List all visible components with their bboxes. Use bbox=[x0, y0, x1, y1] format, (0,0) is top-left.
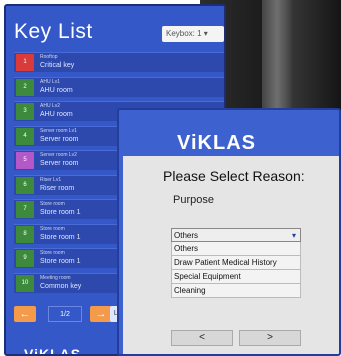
key-name: Store room bbox=[40, 250, 65, 256]
key-location: AHU room bbox=[40, 86, 73, 94]
key-name: Store room bbox=[40, 201, 65, 207]
key-location: Store room 1 bbox=[40, 258, 81, 265]
key-location: Store room 1 bbox=[40, 209, 81, 216]
purpose-label: Purpose bbox=[173, 194, 214, 206]
key-name: AHU Lv2 bbox=[40, 103, 61, 109]
key-row[interactable]: 2 AHU Lv1 AHU room bbox=[14, 76, 224, 97]
prev-page-button[interactable]: ← bbox=[14, 306, 36, 322]
key-name: Meeting room bbox=[40, 274, 71, 281]
key-number-badge: 3 bbox=[16, 103, 34, 120]
key-location: Server room bbox=[40, 135, 79, 143]
keybox-select[interactable]: Keybox: 1 ▾ bbox=[162, 26, 224, 42]
prev-button[interactable]: < bbox=[171, 330, 233, 346]
key-row[interactable]: 1 Rooftop Critical key bbox=[14, 52, 224, 72]
reason-option[interactable]: Special Equipment bbox=[171, 270, 301, 284]
key-location: Critical key bbox=[40, 62, 75, 69]
pager: ← 1/2 → bbox=[14, 304, 114, 326]
key-name: Store room bbox=[40, 225, 65, 232]
brand-logo: ViKLAS bbox=[177, 132, 256, 154]
key-name: Server room Lv2 bbox=[40, 152, 77, 158]
key-number-badge: 7 bbox=[16, 201, 34, 218]
reason-option[interactable]: Others bbox=[171, 242, 301, 256]
key-number-badge: 1 bbox=[16, 54, 34, 71]
chevron-down-icon: ▾ bbox=[291, 231, 296, 240]
key-number-badge: 10 bbox=[16, 274, 34, 292]
reason-panel: Please Select Reason: Purpose Others ▾ O… bbox=[123, 156, 339, 354]
reason-dropdown-value: Others bbox=[174, 231, 199, 240]
key-number-badge: 9 bbox=[16, 250, 34, 267]
key-number-badge: 4 bbox=[16, 127, 34, 145]
key-number-badge: 5 bbox=[16, 152, 34, 169]
brand-logo: ViKLAS bbox=[24, 346, 82, 356]
key-location: Common key bbox=[40, 282, 82, 290]
reason-heading: Please Select Reason: bbox=[163, 168, 305, 184]
reason-option[interactable]: Cleaning bbox=[171, 284, 301, 298]
next-page-button[interactable]: → bbox=[90, 306, 112, 322]
key-location: Riser room bbox=[40, 184, 75, 192]
key-location: Server room bbox=[40, 160, 79, 167]
reason-screen: ViKLAS Please Select Reason: Purpose Oth… bbox=[117, 108, 341, 356]
key-number-badge: 6 bbox=[16, 176, 34, 194]
next-button[interactable]: > bbox=[239, 330, 301, 346]
key-list-title: Key List bbox=[14, 20, 93, 43]
key-location: Store room 1 bbox=[40, 233, 81, 241]
key-name: Rooftop bbox=[40, 54, 58, 60]
page-indicator: 1/2 bbox=[48, 306, 82, 322]
key-location: AHU room bbox=[40, 111, 73, 118]
key-name: Riser Lv1 bbox=[40, 176, 62, 183]
key-name: AHU Lv1 bbox=[40, 78, 61, 85]
reason-option[interactable]: Draw Patient Medical History bbox=[171, 256, 301, 270]
device-edge bbox=[262, 0, 292, 112]
key-number-badge: 8 bbox=[16, 225, 34, 243]
key-number-badge: 2 bbox=[16, 78, 34, 96]
key-name: Server room Lv1 bbox=[40, 127, 77, 134]
reason-dropdown[interactable]: Others ▾ bbox=[171, 228, 301, 242]
